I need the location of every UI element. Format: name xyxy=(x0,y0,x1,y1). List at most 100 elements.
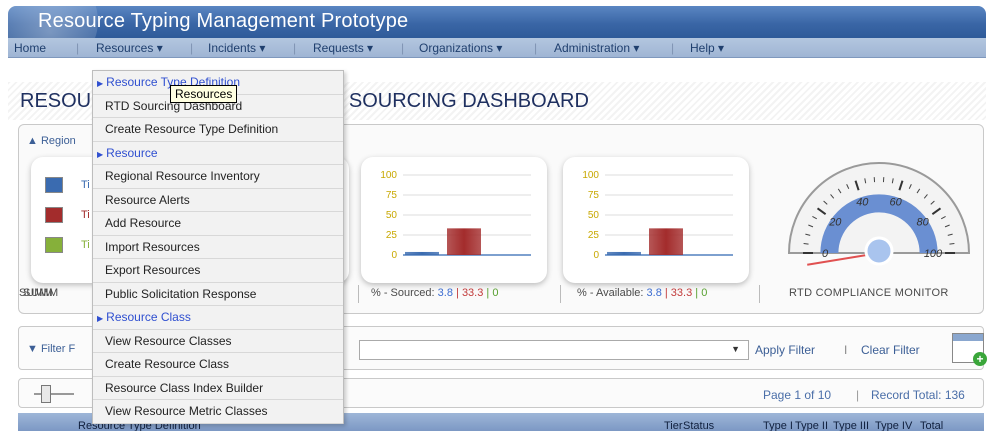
gauge-label: 80 xyxy=(917,216,930,228)
nav-separator: | xyxy=(401,41,405,55)
menu-item-export-resources[interactable]: Export Resources xyxy=(93,259,343,283)
available-sep: | xyxy=(695,287,699,299)
app-title: Resource Typing Management Prototype xyxy=(38,10,409,32)
nav-organizations[interactable]: Organizations ▾ xyxy=(419,41,502,55)
available-tier1-value: 3.8 xyxy=(646,287,662,299)
nav-administration[interactable]: Administration ▾ xyxy=(554,41,639,55)
bar-tier-i xyxy=(607,251,641,255)
y-tick-label: 25 xyxy=(588,230,600,241)
menu-item-add-resource[interactable]: Add Resource xyxy=(93,212,343,236)
page-title: RESOU xyxy=(20,90,92,112)
menu-item-label: Resource Class Index Builder xyxy=(105,380,264,395)
menu-item-regional-resource-inventory[interactable]: Regional Resource Inventory xyxy=(93,165,343,189)
gauge-caption: RTD COMPLIANCE MONITOR xyxy=(789,287,949,299)
column-header-type3[interactable]: Type III xyxy=(833,420,869,431)
apply-filter-link[interactable]: Apply Filter xyxy=(755,343,815,357)
gauge-label: 100 xyxy=(924,248,943,260)
menu-item-label: Resource Class xyxy=(106,310,191,324)
filter-select[interactable]: ▼ xyxy=(359,340,749,360)
menu-item-public-solicitation-response[interactable]: Public Solicitation Response xyxy=(93,283,343,306)
nav-resources[interactable]: Resources ▾ xyxy=(96,41,163,55)
menu-item-resource-alerts[interactable]: Resource Alerts xyxy=(93,189,343,212)
gauge-label: 20 xyxy=(828,216,842,228)
triangle-right-icon: ▶ xyxy=(97,314,104,323)
available-chart: 100 75 50 25 0 xyxy=(582,170,733,261)
available-metric-label: % - Available: xyxy=(577,287,644,299)
page-size-slider-handle[interactable] xyxy=(41,385,51,403)
filter-toggle[interactable]: ▼ Filter F xyxy=(27,343,75,355)
menu-item-label: Create Resource Class xyxy=(105,357,230,371)
y-tick-label: 0 xyxy=(593,250,599,261)
page-size-slider-track xyxy=(34,393,74,395)
legend-label-tier2: Ti xyxy=(81,209,90,221)
nav-incidents[interactable]: Incidents ▾ xyxy=(208,41,265,55)
menu-item-label: Public Solicitation Response xyxy=(105,286,257,301)
chevron-down-icon: ▼ xyxy=(731,344,740,354)
menu-item-resource-class-index-builder[interactable]: Resource Class Index Builder xyxy=(93,377,343,400)
caption-divider xyxy=(358,285,359,303)
legend-swatch-tier1 xyxy=(45,177,63,193)
nav-separator: | xyxy=(190,41,194,55)
add-filter-icon[interactable]: + xyxy=(952,333,987,366)
nav-separator: | xyxy=(534,41,538,55)
menu-item-create-resource-type-definition[interactable]: Create Resource Type Definition xyxy=(93,118,343,142)
available-tier3-value: 0 xyxy=(701,287,708,299)
menu-item-create-resource-class[interactable]: Create Resource Class xyxy=(93,353,343,377)
legend-label-tier1: Ti xyxy=(81,179,90,191)
sourced-tier1-value: 3.8 xyxy=(437,287,453,299)
column-header-type4[interactable]: Type IV xyxy=(875,420,912,431)
pager-divider: | xyxy=(856,388,860,402)
nav-separator: | xyxy=(293,41,297,55)
column-header-status[interactable]: Status xyxy=(683,420,714,431)
column-header-type1[interactable]: Type I xyxy=(763,420,793,431)
nav-requests[interactable]: Requests ▾ xyxy=(313,41,373,55)
y-tick-label: 100 xyxy=(380,170,397,181)
menu-item-view-resource-metric-classes[interactable]: View Resource Metric Classes xyxy=(93,400,343,424)
clear-filter-link[interactable]: Clear Filter xyxy=(861,343,920,357)
page-title-continued: & SOURCING DASHBOARD xyxy=(330,90,589,112)
triangle-right-icon: ▶ xyxy=(97,79,104,88)
y-tick-label: 75 xyxy=(386,190,398,201)
menu-item-import-resources[interactable]: Import Resources xyxy=(93,236,343,259)
column-header-tier[interactable]: Tier xyxy=(664,420,683,431)
menu-item-label: Resource xyxy=(106,145,158,160)
sourced-metric: % - Sourced: 3.8 | 33.3 | 0 xyxy=(371,287,498,299)
caption-divider xyxy=(759,285,760,303)
sourced-sep: | xyxy=(456,287,459,299)
menu-section-resource[interactable]: ▶ Resource xyxy=(93,142,343,165)
y-tick-label: 50 xyxy=(588,210,600,221)
column-header-type2[interactable]: Type II xyxy=(795,420,828,431)
page-indicator: Page 1 of 10 xyxy=(763,388,832,402)
gauge-minor-tick xyxy=(949,242,955,245)
menu-item-label: Add Resource xyxy=(105,216,182,230)
gauge-label: 40 xyxy=(856,197,869,209)
y-tick-label: 75 xyxy=(588,190,600,201)
menu-item-label: View Resource Classes xyxy=(105,333,232,348)
menu-item-view-resource-classes[interactable]: View Resource Classes xyxy=(93,330,343,353)
menu-item-label: View Resource Metric Classes xyxy=(105,404,268,418)
legend-swatch-tier2 xyxy=(45,207,63,223)
menu-section-resource-class[interactable]: ▶ Resource Class xyxy=(93,306,343,330)
y-tick-label: 0 xyxy=(391,250,397,261)
nav-separator: | xyxy=(671,41,675,55)
sourced-tier3-value: 0 xyxy=(492,287,499,299)
y-tick-label: 100 xyxy=(582,170,599,181)
sourced-tier2-value: 33.3 xyxy=(461,287,484,299)
bar-tier-ii xyxy=(649,228,683,255)
record-total: Record Total: 136 xyxy=(871,388,965,402)
bar-tier-ii xyxy=(447,228,481,255)
sourced-chart: 100 75 50 25 0 xyxy=(380,170,531,261)
available-metric: % - Available: 3.8 | 33.3 | 0 xyxy=(577,287,707,299)
menu-item-label: Resource Alerts xyxy=(105,192,190,207)
legend-label-tier3: Ti xyxy=(81,239,90,251)
available-tier2-value: 33.3 xyxy=(670,287,693,299)
column-header-total[interactable]: Total xyxy=(920,420,943,431)
nav-home[interactable]: Home xyxy=(14,41,46,55)
y-tick-label: 50 xyxy=(386,210,398,221)
gauge-hub xyxy=(864,236,894,266)
main-nav: Home | Resources ▾ | Incidents ▾ | Reque… xyxy=(8,38,986,58)
region-toggle[interactable]: ▲ Region xyxy=(27,135,76,147)
available-chart-card: 100 75 50 25 0 xyxy=(563,157,749,283)
nav-help[interactable]: Help ▾ xyxy=(690,41,724,55)
legend-swatch-tier3 xyxy=(45,237,63,253)
